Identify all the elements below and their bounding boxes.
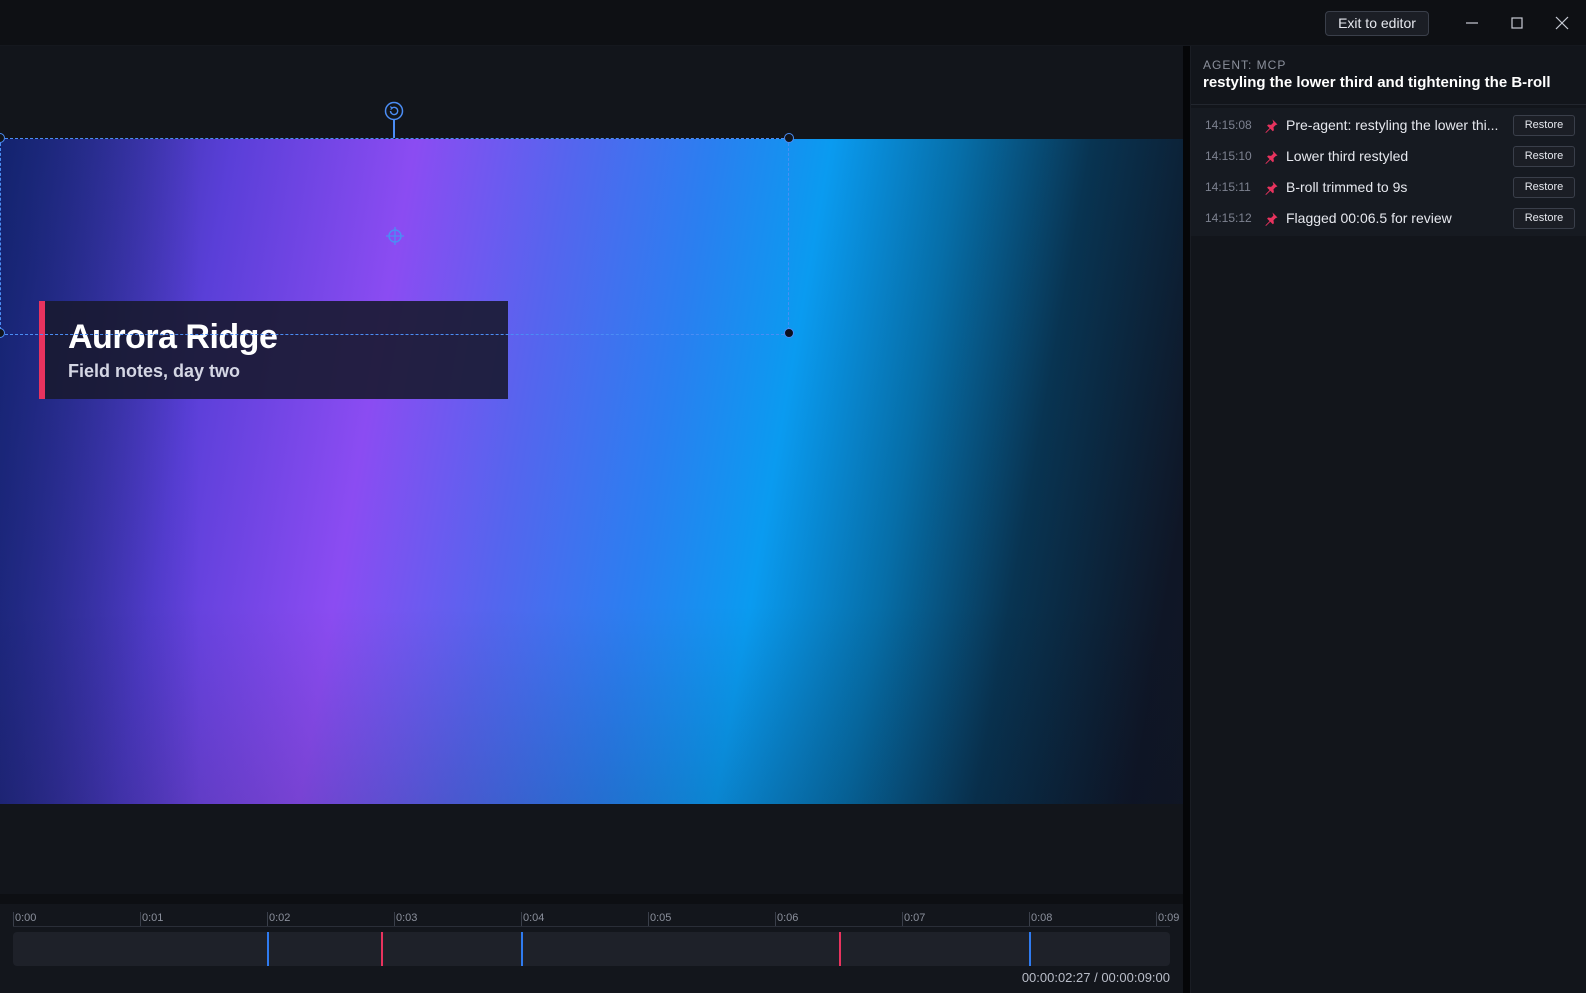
snapshot-row: 14:15:10 Lower third restyled Restore: [1191, 141, 1586, 172]
maximize-icon[interactable]: [1507, 13, 1527, 33]
timeline-tick-label: 0:02: [267, 912, 291, 926]
timeline-marker[interactable]: [381, 932, 384, 966]
snapshot-time: 14:15:12: [1205, 211, 1252, 225]
snapshot-row: 14:15:12 Flagged 00:06.5 for review Restor…: [1191, 203, 1586, 234]
timeline-tick-label: 0:04: [521, 912, 545, 926]
timeline-marker[interactable]: [838, 932, 841, 966]
timeline-marker[interactable]: [267, 932, 269, 966]
restore-button[interactable]: Restore: [1513, 115, 1575, 136]
pin-icon: [1263, 211, 1279, 227]
video-frame[interactable]: Aurora Ridge Field notes, day two: [0, 139, 1183, 804]
agent-task-title: restyling the lower third and tightening…: [1203, 74, 1551, 91]
lower-third-subtitle: Field notes, day two: [68, 361, 241, 381]
snapshot-list: 14:15:08 Pre-agent: restyling the lower t…: [1191, 108, 1586, 236]
snapshot-row: 14:15:08 Pre-agent: restyling the lower t…: [1191, 110, 1586, 141]
agent-label: AGENT: MCP: [1203, 58, 1287, 72]
timeline-tick-label: 0:00: [13, 912, 37, 926]
close-icon[interactable]: [1552, 13, 1572, 33]
snapshot-time: 14:15:08: [1205, 118, 1252, 132]
pin-icon: [1263, 149, 1279, 165]
snapshot-label: Flagged 00:06.5 for review: [1286, 210, 1452, 226]
snapshot-label: Lower third restyled: [1286, 148, 1409, 164]
snapshot-time: 14:15:11: [1205, 180, 1251, 194]
video-shade: [0, 139, 1183, 804]
timeline-marker[interactable]: [1029, 932, 1031, 966]
resize-handle-bottom-right[interactable]: [784, 328, 794, 338]
timeline-tick-label: 0:09: [1156, 912, 1180, 926]
timeline-tick-label: 0:08: [1029, 912, 1053, 926]
timeline-track[interactable]: [13, 932, 1170, 966]
lower-third-accent-bar: [39, 301, 45, 399]
preview-stage: Aurora Ridge Field notes, day two: [0, 46, 1183, 894]
snapshot-label: B-roll trimmed to 9s: [1286, 179, 1408, 195]
agent-panel: AGENT: MCP restyling the lower third and…: [1190, 46, 1586, 993]
restore-button[interactable]: Restore: [1513, 177, 1575, 198]
exit-to-editor-button[interactable]: Exit to editor: [1325, 11, 1429, 36]
restore-button[interactable]: Restore: [1513, 146, 1575, 167]
restore-button[interactable]: Restore: [1513, 208, 1575, 229]
ruler-baseline: [13, 926, 1170, 927]
snapshot-row: 14:15:11 B-roll trimmed to 9s Restore: [1191, 172, 1586, 203]
timeline: 0:00 0:01 0:02 0:03 0:04 0:05 0:06 0:07 0:08 0:09…: [0, 904, 1183, 993]
rotate-handle-icon[interactable]: [384, 101, 404, 121]
timeline-tick-label: 0:07: [902, 912, 926, 926]
timeline-tick-label: 0:01: [140, 912, 164, 926]
timeline-tick-label: 0:05: [648, 912, 672, 926]
timeline-tick-label: 0:03: [394, 912, 418, 926]
timeline-tick-label: 0:06: [775, 912, 799, 926]
snapshot-time: 14:15:10: [1205, 149, 1252, 163]
resize-handle-top-right[interactable]: [784, 133, 794, 143]
rotation-stem: [393, 120, 395, 138]
lower-third[interactable]: Aurora Ridge Field notes, day two: [39, 301, 508, 399]
timeline-marker[interactable]: [521, 932, 523, 966]
pin-icon: [1263, 180, 1279, 196]
panel-divider[interactable]: [1183, 46, 1190, 993]
minimize-icon[interactable]: [1462, 13, 1482, 33]
timeline-ruler: 0:00 0:01 0:02 0:03 0:04 0:05 0:06 0:07 0:08 0:09: [0, 904, 1183, 926]
title-bar: Exit to editor: [0, 0, 1586, 46]
lower-third-title: Aurora Ridge: [68, 318, 278, 356]
snapshot-label: Pre-agent: restyling the lower thi...: [1286, 117, 1499, 133]
panel-separator: [1191, 104, 1586, 105]
pin-icon: [1263, 118, 1279, 134]
anchor-crosshair-icon[interactable]: [385, 226, 405, 246]
timecode-readout: 00:00:02:27 / 00:00:09:00: [1021, 970, 1170, 985]
